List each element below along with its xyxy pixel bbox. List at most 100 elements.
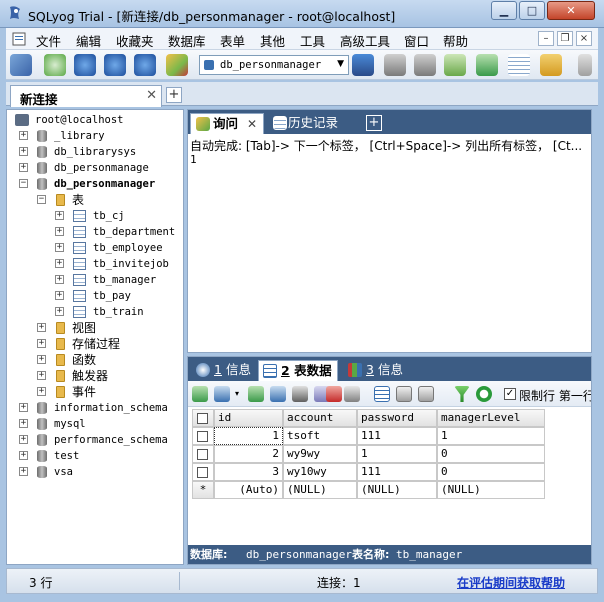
new-row-cell[interactable]: (NULL): [283, 481, 357, 499]
restore-icon[interactable]: [414, 54, 436, 76]
tree-db-vsa[interactable]: + vsa: [13, 464, 183, 480]
tree-folder-events[interactable]: + 事件: [13, 384, 183, 400]
mdi-restore-button[interactable]: ❐: [557, 31, 573, 46]
execute-edit-icon[interactable]: [134, 54, 156, 76]
expand-icon[interactable]: +: [37, 371, 46, 380]
new-row-cell[interactable]: (NULL): [357, 481, 437, 499]
add-query-tab-button[interactable]: +: [366, 115, 382, 131]
schema-designer-icon[interactable]: [540, 54, 562, 76]
menu-tools[interactable]: 工具: [300, 31, 325, 50]
table-cell[interactable]: tsoft: [283, 427, 357, 445]
expand-icon[interactable]: +: [37, 323, 46, 332]
table-cell[interactable]: 111: [357, 427, 437, 445]
select-all-checkbox[interactable]: [197, 413, 208, 424]
column-header-password[interactable]: password: [357, 409, 437, 427]
text-view-icon[interactable]: [418, 386, 434, 402]
collapse-icon[interactable]: −: [37, 195, 46, 204]
expand-icon[interactable]: +: [19, 147, 28, 156]
insert-row-icon[interactable]: [192, 386, 208, 402]
user-manager-icon[interactable]: [352, 54, 374, 76]
title-bar[interactable]: SQLyog Trial - [新连接/db_personmanager - r…: [0, 0, 604, 28]
database-select[interactable]: db_personmanager ▼: [199, 55, 349, 75]
close-icon[interactable]: ✕: [146, 88, 157, 103]
form-view-icon[interactable]: [396, 386, 412, 402]
expand-icon[interactable]: +: [19, 163, 28, 172]
expand-icon[interactable]: +: [37, 355, 46, 364]
row-checkbox[interactable]: [197, 431, 208, 442]
evaluation-help-link[interactable]: 在评估期间获取帮助: [457, 574, 565, 591]
connection-tab[interactable]: 新连接 ✕: [10, 85, 162, 107]
tree-folder-views[interactable]: + 视图: [13, 320, 183, 336]
refresh-icon[interactable]: [476, 386, 492, 402]
save-icon[interactable]: [292, 386, 308, 402]
tree-db-personmanage[interactable]: + db_personmanage: [13, 160, 183, 176]
new-row-cell[interactable]: (Auto): [214, 481, 283, 499]
table-cell[interactable]: 2: [214, 445, 283, 463]
schema-icon[interactable]: [166, 54, 188, 76]
mdi-minimize-button[interactable]: –: [538, 31, 554, 46]
more-tools-icon[interactable]: [578, 54, 592, 76]
tree-folder-triggers[interactable]: + 触发器: [13, 368, 183, 384]
new-row-cell[interactable]: (NULL): [437, 481, 545, 499]
tab-table-data[interactable]: 2 表数据: [258, 360, 338, 381]
table-cell[interactable]: 0: [437, 445, 545, 463]
tab-history[interactable]: 历史记录: [268, 113, 358, 134]
collapse-icon[interactable]: −: [19, 179, 28, 188]
table-cell[interactable]: 111: [357, 463, 437, 481]
expand-icon[interactable]: +: [37, 339, 46, 348]
table-cell[interactable]: 3: [214, 463, 283, 481]
document-icon[interactable]: [12, 32, 26, 46]
delete-icon[interactable]: [326, 386, 342, 402]
table-cell[interactable]: wy9wy: [283, 445, 357, 463]
select-all-checkbox-cell[interactable]: [192, 409, 214, 427]
tree-folder-tables[interactable]: − 表: [13, 192, 183, 208]
tree-db-mysql[interactable]: + mysql: [13, 416, 183, 432]
mdi-close-button[interactable]: ×: [576, 31, 592, 46]
tab-info-2[interactable]: 3 信息: [344, 360, 408, 381]
menu-help[interactable]: 帮助: [443, 31, 468, 50]
tree-table-tb-department[interactable]: + tb_department: [13, 224, 183, 240]
expand-icon[interactable]: +: [19, 451, 28, 460]
tree-table-tb-train[interactable]: + tb_train: [13, 304, 183, 320]
maximize-button[interactable]: □: [519, 1, 545, 20]
column-header-managerLevel[interactable]: managerLevel: [437, 409, 545, 427]
column-header-account[interactable]: account: [283, 409, 357, 427]
new-connection-icon[interactable]: [10, 54, 32, 76]
chevron-down-icon[interactable]: ▾: [232, 386, 242, 402]
menu-window[interactable]: 窗口: [404, 31, 429, 50]
tab-info[interactable]: 1 信息: [192, 360, 256, 381]
expand-icon[interactable]: +: [55, 243, 64, 252]
tree-table-tb-employee[interactable]: + tb_employee: [13, 240, 183, 256]
grid-view-icon[interactable]: [374, 386, 390, 402]
row-checkbox[interactable]: [197, 449, 208, 460]
expand-icon[interactable]: +: [55, 259, 64, 268]
table-cell[interactable]: 1: [357, 445, 437, 463]
table-grid-icon[interactable]: [508, 54, 530, 76]
tree-db-personmanager[interactable]: − db_personmanager: [13, 176, 183, 192]
tree-root[interactable]: root@localhost: [13, 112, 183, 128]
execute-all-icon[interactable]: [104, 54, 126, 76]
add-row-icon[interactable]: [248, 386, 264, 402]
menu-database[interactable]: 数据库: [168, 31, 206, 50]
expand-icon[interactable]: +: [55, 227, 64, 236]
tree-folder-procedures[interactable]: + 存储过程: [13, 336, 183, 352]
menu-advanced-tools[interactable]: 高级工具: [340, 31, 390, 50]
minimize-button[interactable]: ▁: [491, 1, 517, 20]
editor-line-number[interactable]: 1: [190, 153, 197, 166]
close-icon[interactable]: ✕: [247, 114, 257, 134]
menu-favorites[interactable]: 收藏夹: [116, 31, 154, 50]
expand-icon[interactable]: +: [55, 291, 64, 300]
expand-icon[interactable]: +: [19, 419, 28, 428]
tree-table-tb-pay[interactable]: + tb_pay: [13, 288, 183, 304]
tree-db-test[interactable]: + test: [13, 448, 183, 464]
expand-icon[interactable]: +: [55, 307, 64, 316]
menu-file[interactable]: 文件: [36, 31, 61, 50]
table-cell[interactable]: 1: [437, 427, 545, 445]
menu-other[interactable]: 其他: [260, 31, 285, 50]
column-header-id[interactable]: id: [214, 409, 283, 427]
row-select-cell[interactable]: [192, 427, 214, 445]
execute-query-icon[interactable]: [74, 54, 96, 76]
row-select-cell[interactable]: [192, 445, 214, 463]
tree-table-tb-invitejob[interactable]: + tb_invitejob: [13, 256, 183, 272]
row-checkbox[interactable]: [197, 467, 208, 478]
